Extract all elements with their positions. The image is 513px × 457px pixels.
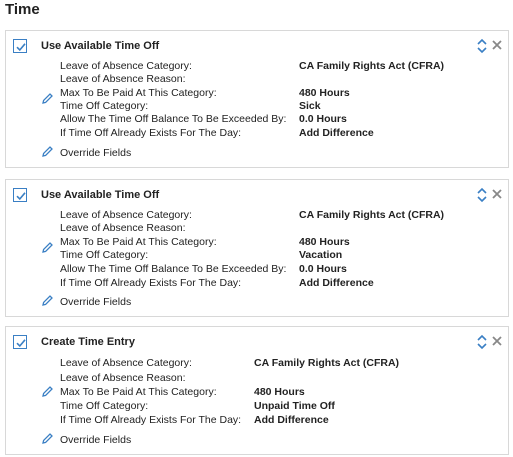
override-fields-link[interactable]: Override Fields [41,145,131,159]
checkbox-checked-icon[interactable] [13,39,27,53]
close-icon[interactable] [491,188,503,200]
override-fields-label: Override Fields [60,434,132,446]
field-value: 480 Hours [299,236,350,248]
field-label: Leave of Absence Category: [60,209,192,221]
action-card: Create Time Entry Leave of Absence Categ… [5,326,509,455]
field-value: 480 Hours [299,87,350,99]
field-label: If Time Off Already Exists For The Day: [60,127,242,139]
field-value: Sick [299,100,321,112]
field-label: Time Off Category: [60,249,149,261]
override-fields-link[interactable]: Override Fields [41,294,131,308]
checkbox-checked-icon[interactable] [13,188,27,202]
pencil-icon[interactable] [41,92,54,105]
field-value: CA Family Rights Act (CFRA) [299,209,445,221]
field-label: Leave of Absence Category: [60,357,192,369]
sort-arrows-icon[interactable] [477,334,487,350]
field-label: Leave of Absence Reason: [60,222,186,234]
field-value: 0.0 Hours [299,113,347,125]
action-card: Use Available Time Off Leave of Absence … [5,30,509,168]
field-value: Unpaid Time Off [254,400,335,412]
field-label: If Time Off Already Exists For The Day: [60,414,242,426]
field-label: Leave of Absence Reason: [60,372,186,384]
field-label: Allow The Time Off Balance To Be Exceede… [60,113,287,125]
pencil-icon[interactable] [41,385,54,398]
field-value: Add Difference [254,414,329,426]
field-value: CA Family Rights Act (CFRA) [254,357,400,369]
action-card: Use Available Time Off Leave of Absence … [5,179,509,317]
field-label: Leave of Absence Reason: [60,73,186,85]
field-value: 0.0 Hours [299,263,347,275]
field-value: CA Family Rights Act (CFRA) [299,60,445,72]
field-label: Max To Be Paid At This Category: [60,87,217,99]
field-label: Allow The Time Off Balance To Be Exceede… [60,263,287,275]
override-fields-label: Override Fields [60,296,132,308]
field-value: Add Difference [299,277,374,289]
field-value: Add Difference [299,127,374,139]
field-label: Max To Be Paid At This Category: [60,386,217,398]
section-title: Time [5,1,40,18]
pencil-icon [42,295,53,306]
checkbox-checked-icon[interactable] [13,335,27,349]
field-label: Max To Be Paid At This Category: [60,236,217,248]
field-value: Vacation [299,249,343,261]
sort-arrows-icon[interactable] [477,187,487,203]
override-fields-link[interactable]: Override Fields [41,432,131,446]
card-title: Use Available Time Off [41,189,160,201]
close-icon[interactable] [491,39,503,51]
field-label: If Time Off Already Exists For The Day: [60,277,242,289]
field-label: Leave of Absence Category: [60,60,192,72]
override-fields-label: Override Fields [60,147,132,159]
close-icon[interactable] [491,335,503,347]
sort-arrows-icon[interactable] [477,38,487,54]
pencil-icon [42,146,53,157]
pencil-icon[interactable] [41,241,54,254]
pencil-icon [42,433,53,444]
card-title: Create Time Entry [41,336,135,348]
field-value: 480 Hours [254,386,305,398]
card-title: Use Available Time Off [41,40,160,52]
field-label: Time Off Category: [60,400,149,412]
field-label: Time Off Category: [60,100,149,112]
